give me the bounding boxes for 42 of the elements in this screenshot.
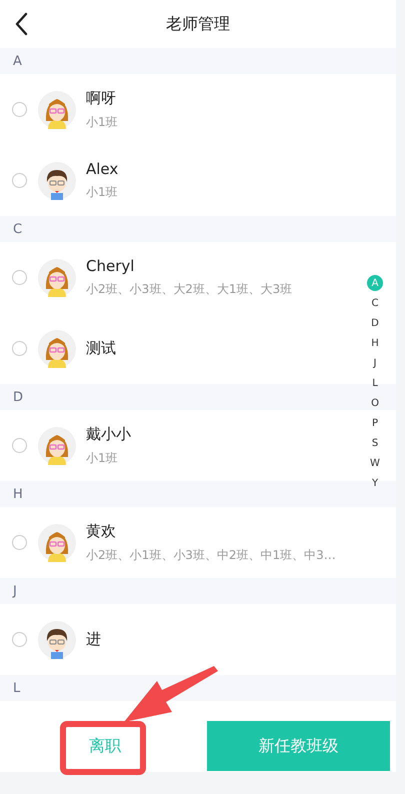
- teacher-name: 戴小小: [86, 424, 131, 444]
- radio-button[interactable]: [12, 632, 27, 647]
- avatar-icon: [38, 162, 76, 200]
- radio-button[interactable]: [12, 341, 27, 356]
- index-letter[interactable]: Y: [367, 475, 383, 491]
- class-list: 小1班: [86, 184, 118, 201]
- avatar-icon: [38, 524, 76, 562]
- teacher-name: 黄欢: [86, 522, 117, 540]
- radio-button[interactable]: [12, 438, 27, 453]
- teacher-name: Cheryl: [86, 257, 136, 275]
- teacher-name: Alex: [86, 160, 118, 178]
- avatar-icon: [38, 620, 76, 658]
- section-header: L: [0, 675, 396, 701]
- class-list: 小1班: [86, 450, 131, 466]
- radio-button[interactable]: [12, 173, 27, 188]
- index-letter[interactable]: D: [367, 315, 383, 331]
- section-header: C: [0, 216, 396, 242]
- class-list: 小2班、小3班、大2班、大1班、大3班: [86, 281, 292, 298]
- teacher-name: 啊呀: [86, 88, 117, 108]
- page-title: 老师管理: [166, 14, 230, 34]
- index-letter[interactable]: C: [367, 295, 383, 311]
- index-letter[interactable]: L: [367, 375, 383, 391]
- index-letter[interactable]: W: [367, 455, 383, 471]
- class-list: 小2班、小1班、小3班、中2班、中1班、中3…: [86, 546, 336, 564]
- back-icon[interactable]: [14, 12, 28, 36]
- index-letter[interactable]: O: [367, 395, 383, 411]
- teacher-name: 进: [86, 630, 101, 649]
- section-header: J: [0, 578, 396, 604]
- avatar-icon: [38, 330, 76, 368]
- index-letter[interactable]: H: [367, 335, 383, 351]
- avatar-icon: [38, 90, 76, 128]
- class-list: 小1班: [86, 114, 118, 130]
- radio-button[interactable]: [12, 535, 27, 550]
- index-letter[interactable]: P: [367, 415, 383, 431]
- index-letter[interactable]: S: [367, 435, 383, 451]
- teacher-name: 测试: [86, 339, 116, 358]
- index-letter[interactable]: J: [367, 355, 383, 371]
- avatar-icon: [38, 426, 76, 464]
- radio-button[interactable]: [12, 270, 27, 285]
- section-header: A: [0, 48, 396, 74]
- radio-button[interactable]: [12, 102, 27, 117]
- avatar-icon: [38, 258, 76, 296]
